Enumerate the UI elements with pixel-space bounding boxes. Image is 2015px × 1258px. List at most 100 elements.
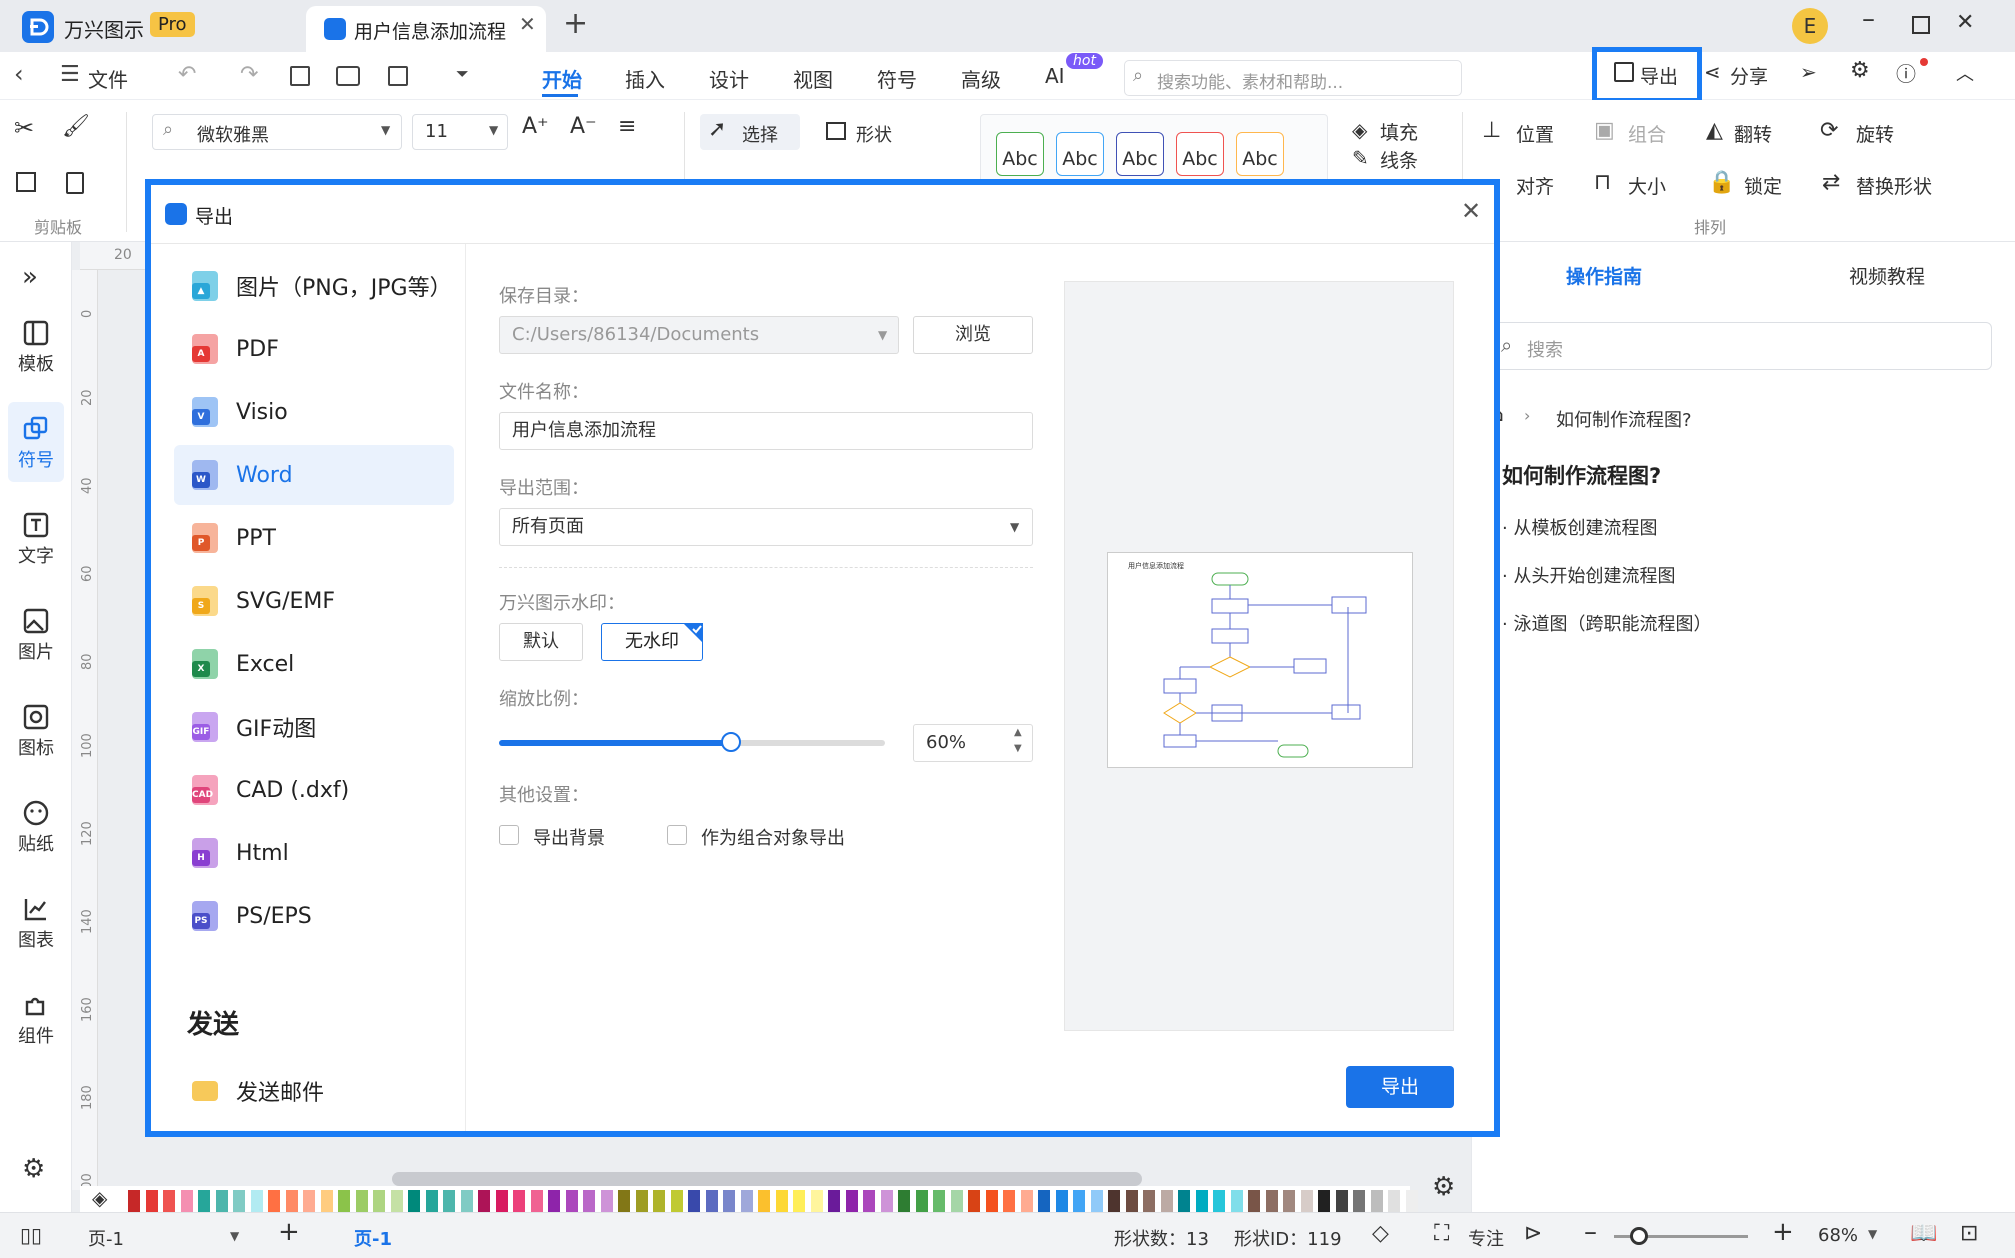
color-swatch[interactable] bbox=[1125, 1190, 1138, 1212]
color-swatch[interactable] bbox=[303, 1190, 315, 1212]
color-swatch[interactable] bbox=[618, 1190, 630, 1212]
fill-button[interactable]: 填充 bbox=[1380, 118, 1418, 145]
file-menu[interactable]: 文件 bbox=[88, 64, 128, 93]
select-tool-button[interactable]: ➚ 选择 bbox=[700, 114, 800, 150]
color-swatch[interactable] bbox=[950, 1190, 963, 1212]
shape-tool-button[interactable]: 形状 bbox=[856, 121, 892, 147]
help-link[interactable]: · 从头开始创建流程图 bbox=[1502, 562, 1675, 588]
color-swatch[interactable] bbox=[985, 1190, 998, 1212]
tab-view[interactable]: 视图 bbox=[793, 64, 833, 93]
fit-page-icon[interactable]: ⊡ bbox=[1960, 1221, 1978, 1246]
format-item-ps[interactable]: PS PS/EPS bbox=[174, 886, 454, 946]
color-swatch[interactable] bbox=[1020, 1190, 1033, 1212]
color-swatch[interactable] bbox=[845, 1190, 858, 1212]
sidebar-item-stickers[interactable]: 贴纸 bbox=[0, 800, 72, 856]
zoom-level[interactable]: 68% bbox=[1818, 1225, 1858, 1246]
color-swatch[interactable] bbox=[478, 1190, 490, 1212]
line-button[interactable]: 线条 bbox=[1380, 146, 1418, 173]
color-swatch[interactable] bbox=[460, 1190, 473, 1212]
page-tab[interactable]: 页-1 bbox=[354, 1225, 392, 1251]
color-swatch[interactable] bbox=[233, 1190, 245, 1212]
color-swatch[interactable] bbox=[1353, 1190, 1365, 1212]
sidebar-item-templates[interactable]: 模板 bbox=[0, 320, 72, 376]
color-swatch[interactable] bbox=[355, 1190, 368, 1212]
close-tab-icon[interactable]: ✕ bbox=[519, 12, 536, 36]
save-dir-select[interactable]: C:/Users/86134/Documents ▼ bbox=[499, 316, 899, 354]
tab-insert[interactable]: 插入 bbox=[625, 64, 665, 93]
color-swatch[interactable] bbox=[180, 1190, 193, 1212]
document-tab[interactable]: 用户信息添加流程 bbox=[306, 6, 546, 52]
maximize-icon[interactable] bbox=[1912, 16, 1930, 34]
color-swatch[interactable] bbox=[898, 1190, 910, 1212]
zoom-out-icon[interactable]: – bbox=[1584, 1217, 1597, 1247]
color-swatch[interactable] bbox=[933, 1190, 945, 1212]
color-swatch[interactable] bbox=[1195, 1190, 1208, 1212]
paste-icon[interactable] bbox=[66, 172, 84, 194]
color-swatch[interactable] bbox=[1143, 1190, 1155, 1212]
close-window-icon[interactable]: ✕ bbox=[1956, 10, 1974, 35]
color-swatch[interactable] bbox=[1230, 1190, 1243, 1212]
color-swatch[interactable] bbox=[1213, 1190, 1225, 1212]
redo-icon[interactable]: ↷ bbox=[240, 62, 258, 87]
color-swatch[interactable] bbox=[268, 1190, 280, 1212]
format-item-ppt[interactable]: P PPT bbox=[174, 508, 454, 568]
format-item-cad[interactable]: CAD CAD (.dxf) bbox=[174, 760, 454, 820]
color-swatch[interactable] bbox=[793, 1190, 805, 1212]
color-swatch[interactable] bbox=[880, 1190, 893, 1212]
color-swatch[interactable] bbox=[863, 1190, 875, 1212]
format-item-gif[interactable]: GIF GIF动图 bbox=[174, 697, 454, 757]
color-swatch[interactable] bbox=[1160, 1190, 1173, 1212]
lock-button[interactable]: 锁定 bbox=[1744, 172, 1782, 199]
color-swatch[interactable] bbox=[600, 1190, 613, 1212]
zoom-slider-handle[interactable] bbox=[1630, 1227, 1648, 1245]
help-link[interactable]: · 从模板创建流程图 bbox=[1502, 514, 1657, 540]
cut-icon[interactable]: ✂ bbox=[14, 114, 34, 142]
color-swatch[interactable] bbox=[583, 1190, 595, 1212]
color-swatch[interactable] bbox=[1318, 1190, 1330, 1212]
color-swatch[interactable] bbox=[285, 1190, 298, 1212]
help-icon[interactable]: ⓘ bbox=[1896, 58, 1916, 87]
watermark-none-option[interactable]: 无水印 bbox=[601, 623, 703, 661]
color-swatch[interactable] bbox=[1300, 1190, 1313, 1212]
focus-mode-button[interactable]: 专注 bbox=[1468, 1225, 1504, 1251]
play-icon[interactable]: ⊳ bbox=[1524, 1221, 1542, 1246]
page-select[interactable]: 页-1 ▼ bbox=[88, 1221, 248, 1251]
font-family-select[interactable]: ⌕ 微软雅黑 ▼ bbox=[152, 114, 402, 150]
add-page-icon[interactable]: + bbox=[278, 1217, 300, 1247]
sidebar-item-icons[interactable]: 图标 bbox=[0, 704, 72, 760]
dialog-close-icon[interactable]: ✕ bbox=[1461, 197, 1481, 225]
send-icon[interactable]: ➢ bbox=[1800, 60, 1817, 84]
sidebar-item-symbols[interactable]: 符号 bbox=[0, 416, 72, 472]
color-swatch[interactable] bbox=[1090, 1190, 1103, 1212]
color-swatch[interactable] bbox=[705, 1190, 718, 1212]
color-swatch[interactable] bbox=[653, 1190, 665, 1212]
style-swatch[interactable]: Abc bbox=[1176, 132, 1224, 176]
color-swatch[interactable] bbox=[1073, 1190, 1085, 1212]
palette-settings-icon[interactable]: ⚙ bbox=[1432, 1172, 1455, 1202]
hamburger-icon[interactable]: ☰ bbox=[60, 62, 80, 87]
send-email-item[interactable]: 发送邮件 bbox=[174, 1061, 454, 1121]
back-icon[interactable]: ‹ bbox=[14, 60, 24, 88]
replace-shape-button[interactable]: 替换形状 bbox=[1856, 172, 1932, 199]
color-swatch[interactable] bbox=[198, 1190, 210, 1212]
export-background-checkbox[interactable] bbox=[499, 825, 519, 845]
style-swatch[interactable]: Abc bbox=[1056, 132, 1104, 176]
format-item-image[interactable]: ▲ 图片（PNG，JPG等） bbox=[174, 256, 454, 316]
global-search[interactable]: ⌕ 搜索功能、素材和帮助... bbox=[1124, 60, 1462, 96]
color-swatch[interactable] bbox=[425, 1190, 438, 1212]
format-item-svg[interactable]: S SVG/EMF bbox=[174, 571, 454, 631]
color-swatch[interactable] bbox=[1055, 1190, 1068, 1212]
color-swatch[interactable] bbox=[758, 1190, 770, 1212]
range-select[interactable]: 所有页面 ▼ bbox=[499, 508, 1033, 546]
save-icon[interactable] bbox=[290, 66, 310, 86]
style-swatch[interactable]: Abc bbox=[1116, 132, 1164, 176]
color-swatch[interactable] bbox=[565, 1190, 578, 1212]
settings-gear-icon[interactable]: ⚙ bbox=[22, 1154, 45, 1184]
help-search-input[interactable]: ⌕ 搜索 bbox=[1490, 322, 1992, 370]
format-item-visio[interactable]: V Visio bbox=[174, 382, 454, 442]
expand-sidebar-icon[interactable]: » bbox=[22, 262, 38, 292]
color-swatch[interactable] bbox=[915, 1190, 928, 1212]
format-item-excel[interactable]: X Excel bbox=[174, 634, 454, 694]
fill-bucket-icon[interactable]: ◈ bbox=[92, 1186, 107, 1210]
scale-input[interactable]: 60% ▲ ▼ bbox=[913, 724, 1033, 762]
